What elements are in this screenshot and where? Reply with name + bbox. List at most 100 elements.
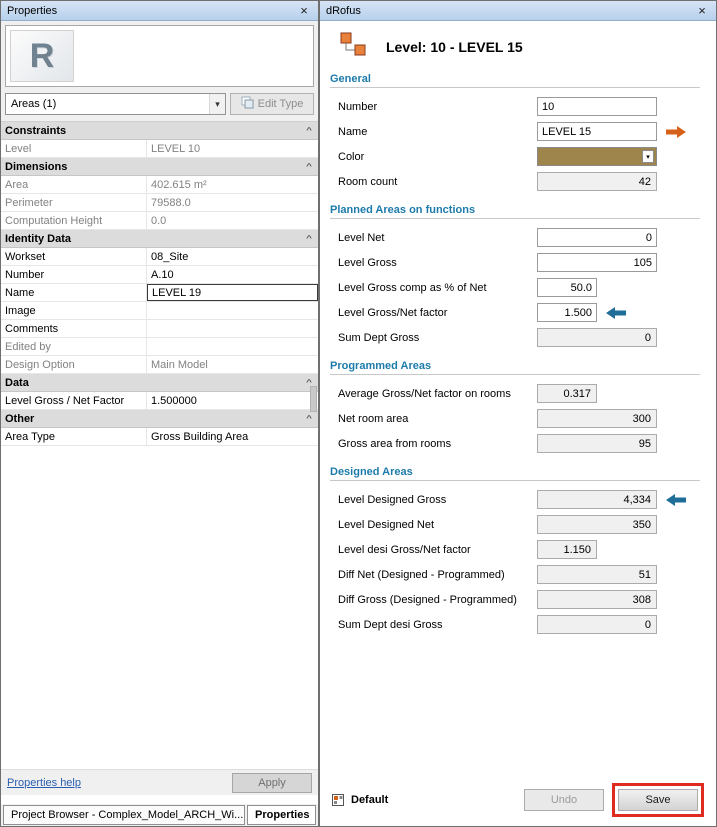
diff-net-readonly: 51 xyxy=(537,565,657,584)
section-header-constraints[interactable]: Constraints ^ xyxy=(1,122,318,140)
property-row-perimeter: Perimeter 79588.0 xyxy=(1,194,318,212)
property-value[interactable]: 79588.0 xyxy=(147,194,318,211)
property-row-gross-net-factor: Level Gross / Net Factor 1.500000 xyxy=(1,392,318,410)
property-label: Area Type xyxy=(1,428,147,445)
level-gross-input[interactable] xyxy=(537,253,657,272)
field-row-sum-dept-gross: Sum Dept Gross 0 xyxy=(338,325,704,350)
field-row-level-designed-gross: Level Designed Gross 4,334 xyxy=(338,487,704,512)
field-row-color: Color ▾ xyxy=(338,144,704,169)
properties-body: R Areas (1) ▾ Edit Type Constraints xyxy=(1,21,318,826)
property-value[interactable]: 1.500000 xyxy=(147,392,318,409)
field-label: Number xyxy=(338,101,537,113)
tab-properties[interactable]: Properties xyxy=(247,805,316,825)
drofus-panel-title: dRofus xyxy=(326,5,361,17)
field-label: Level Designed Gross xyxy=(338,494,537,506)
field-label: Gross area from rooms xyxy=(338,438,537,450)
property-row-number: Number A.10 xyxy=(1,266,318,284)
property-value[interactable]: 402.615 m² xyxy=(147,176,318,193)
property-value[interactable] xyxy=(147,302,318,319)
section-divider xyxy=(330,218,700,219)
property-row-image: Image xyxy=(1,302,318,320)
section-header-other[interactable]: Other ^ xyxy=(1,410,318,428)
collapse-chevron-icon[interactable]: ^ xyxy=(306,234,312,242)
default-label: Default xyxy=(351,794,388,806)
property-label: Image xyxy=(1,302,147,319)
close-icon[interactable]: × xyxy=(296,3,312,19)
collapse-chevron-icon[interactable]: ^ xyxy=(306,162,312,170)
drofus-panel: dRofus × Level: 10 - LEVEL 15 General Nu… xyxy=(319,0,717,827)
property-label: Design Option xyxy=(1,356,147,373)
edit-type-icon xyxy=(241,96,254,112)
dropdown-arrow-icon[interactable]: ▾ xyxy=(209,94,225,114)
drofus-body: Level: 10 - LEVEL 15 General Number Name… xyxy=(320,21,716,826)
property-value[interactable]: 08_Site xyxy=(147,248,318,265)
section-label-designed-areas: Designed Areas xyxy=(330,466,704,478)
properties-help-link[interactable]: Properties help xyxy=(7,777,81,789)
collapse-chevron-icon[interactable]: ^ xyxy=(306,126,312,134)
level-net-input[interactable] xyxy=(537,228,657,247)
property-value[interactable] xyxy=(147,320,318,337)
gross-net-factor-input[interactable] xyxy=(537,303,597,322)
apply-button[interactable]: Apply xyxy=(232,773,312,793)
section-label-planned-areas: Planned Areas on functions xyxy=(330,204,704,216)
property-value[interactable] xyxy=(147,338,318,355)
level-designed-net-readonly: 350 xyxy=(537,515,657,534)
property-grid: Constraints ^ Level LEVEL 10 Dimensions … xyxy=(1,121,318,826)
sync-left-blue-arrow-icon xyxy=(605,306,627,320)
default-button[interactable]: Default xyxy=(332,792,388,809)
undo-button[interactable]: Undo xyxy=(524,789,604,811)
field-label: Average Gross/Net factor on rooms xyxy=(338,388,537,400)
scrollbar-thumb[interactable] xyxy=(310,386,317,412)
field-row-desi-gross-net-factor: Level desi Gross/Net factor 1.150 xyxy=(338,537,704,562)
property-label: Level xyxy=(1,140,147,157)
field-label: Sum Dept desi Gross xyxy=(338,619,537,631)
properties-panel: Properties × R Areas (1) ▾ Edit Type xyxy=(0,0,319,827)
field-row-gross-from-rooms: Gross area from rooms 95 xyxy=(338,431,704,456)
number-input[interactable] xyxy=(537,97,657,116)
field-label: Level Gross xyxy=(338,257,537,269)
property-label: Perimeter xyxy=(1,194,147,211)
default-icon xyxy=(332,792,346,809)
dropdown-arrow-icon[interactable]: ▾ xyxy=(642,150,654,163)
drofus-header: Level: 10 - LEVEL 15 xyxy=(338,31,704,63)
save-button[interactable]: Save xyxy=(618,789,698,811)
section-divider xyxy=(330,480,700,481)
properties-titlebar: Properties × xyxy=(1,1,318,21)
section-header-data[interactable]: Data ^ xyxy=(1,374,318,392)
tab-project-browser[interactable]: Project Browser - Complex_Model_ARCH_Wi.… xyxy=(3,805,245,825)
screen: Properties × R Areas (1) ▾ Edit Type xyxy=(0,0,717,827)
property-value-editing[interactable]: LEVEL 19 xyxy=(147,284,318,301)
field-row-number: Number xyxy=(338,94,704,119)
drofus-titlebar: dRofus × xyxy=(320,1,716,21)
gross-comp-percent-input[interactable] xyxy=(537,278,597,297)
field-row-level-gross: Level Gross xyxy=(338,250,704,275)
field-label: Room count xyxy=(338,176,537,188)
property-value[interactable]: Main Model xyxy=(147,356,318,373)
property-row-design-option: Design Option Main Model xyxy=(1,356,318,374)
property-value[interactable]: LEVEL 10 xyxy=(147,140,318,157)
close-icon[interactable]: × xyxy=(694,3,710,19)
property-label: Level Gross / Net Factor xyxy=(1,392,147,409)
sync-right-orange-arrow-icon xyxy=(665,125,687,139)
section-header-dimensions[interactable]: Dimensions ^ xyxy=(1,158,318,176)
property-value[interactable]: 0.0 xyxy=(147,212,318,229)
section-header-identity-data[interactable]: Identity Data ^ xyxy=(1,230,318,248)
revit-logo-letter: R xyxy=(30,37,55,76)
color-swatch[interactable]: ▾ xyxy=(537,147,657,166)
collapse-chevron-icon[interactable]: ^ xyxy=(306,414,312,422)
field-row-sum-dept-desi-gross: Sum Dept desi Gross 0 xyxy=(338,612,704,637)
level-designed-gross-readonly: 4,334 xyxy=(537,490,657,509)
section-divider xyxy=(330,374,700,375)
property-row-name: Name LEVEL 19 xyxy=(1,284,318,302)
properties-footer: Properties help Apply xyxy=(1,769,318,795)
field-label: Color xyxy=(338,151,537,163)
field-label: Level Gross comp as % of Net xyxy=(338,282,537,294)
property-value[interactable]: Gross Building Area xyxy=(147,428,318,445)
name-input[interactable] xyxy=(537,122,657,141)
property-value[interactable]: A.10 xyxy=(147,266,318,283)
edit-type-button[interactable]: Edit Type xyxy=(230,93,314,115)
gross-from-rooms-readonly: 95 xyxy=(537,434,657,453)
field-label: Diff Net (Designed - Programmed) xyxy=(338,569,537,581)
properties-panel-title: Properties xyxy=(7,5,57,17)
type-selector-combobox[interactable]: Areas (1) ▾ xyxy=(5,93,226,115)
